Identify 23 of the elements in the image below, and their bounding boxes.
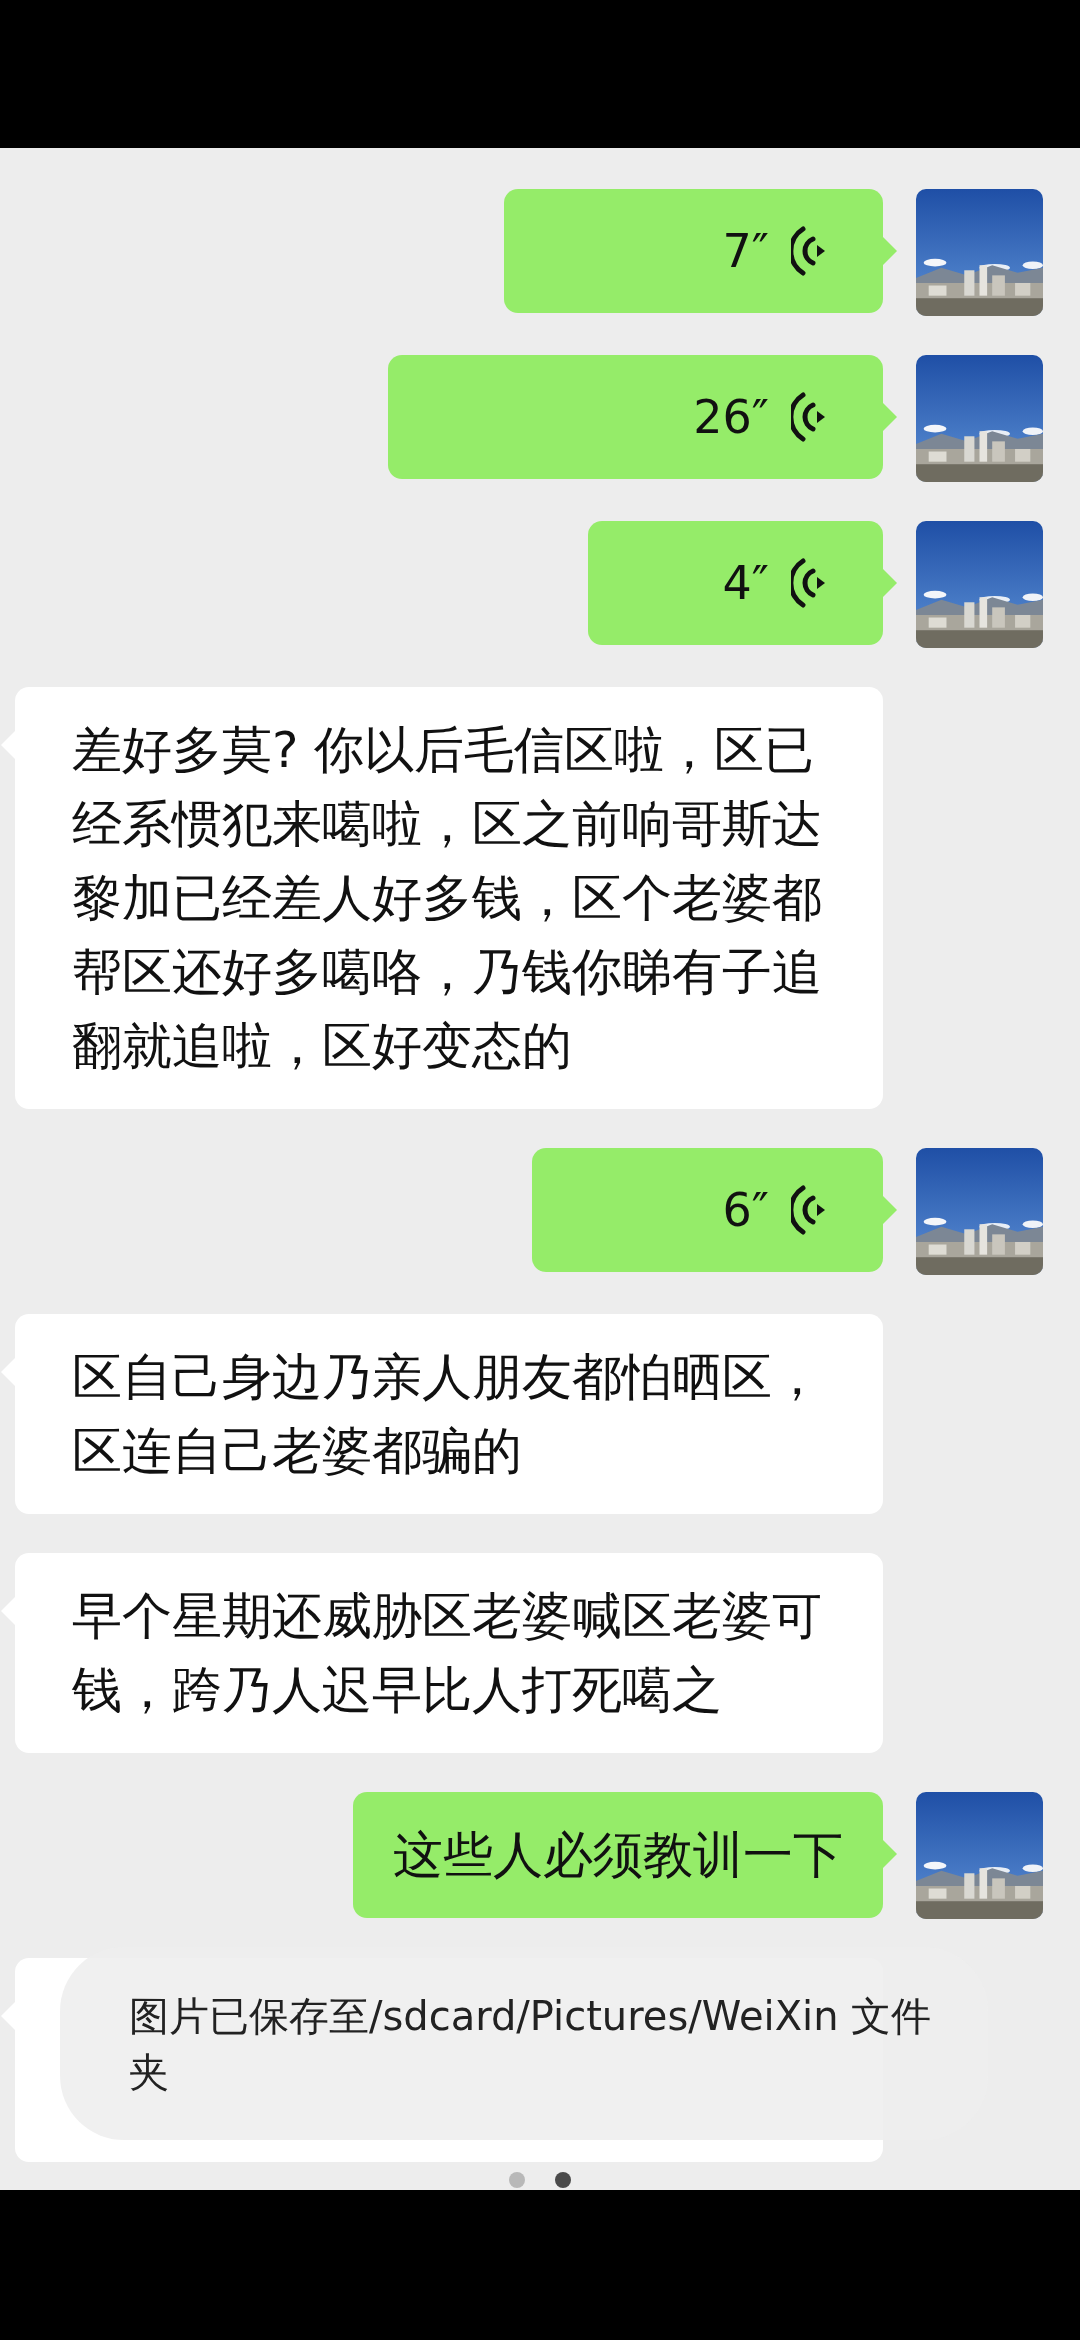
- page-dot[interactable]: [509, 2172, 525, 2188]
- sound-wave-icon: [791, 557, 825, 609]
- voice-message[interactable]: 26″: [388, 355, 883, 479]
- voice-duration: 7″: [722, 224, 769, 278]
- message-bubble: 这些人必须教训一下: [353, 1792, 883, 1918]
- sound-wave-icon: [791, 1184, 825, 1236]
- voice-duration: 26″: [693, 390, 769, 444]
- bubble-tail: [883, 569, 897, 597]
- voice-duration: 4″: [722, 556, 769, 610]
- message-bubble: 差好多莫? 你以后毛信区啦，区已经系惯犯来噶啦，区之前响哥斯达黎加已经差人好多钱，区个老婆都帮区还好多噶咯，乃钱你睇有子追翻就追啦，区好变态的: [15, 687, 883, 1109]
- message-bubble: 早个星期还威胁区老婆喊区老婆可钱，跨乃人迟早比人打死噶之: [15, 1553, 883, 1753]
- voice-message[interactable]: 4″: [588, 521, 883, 645]
- voice-message[interactable]: 7″: [504, 189, 883, 313]
- bubble-tail: [883, 1196, 897, 1224]
- page-dot[interactable]: [555, 2172, 571, 2188]
- voice-duration: 6″: [722, 1183, 769, 1237]
- bubble-tail: [883, 237, 897, 265]
- bubble-tail: [883, 403, 897, 431]
- sound-wave-icon: [791, 391, 825, 443]
- voice-message[interactable]: 6″: [532, 1148, 883, 1272]
- message-bubble: 区自己身边乃亲人朋友都怕晒区，区连自己老婆都骗的: [15, 1314, 883, 1514]
- sound-wave-icon: [791, 225, 825, 277]
- bubble-tail: [883, 1840, 897, 1868]
